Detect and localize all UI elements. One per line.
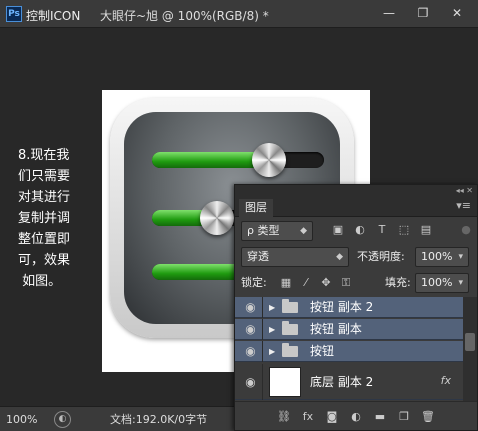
lock-row: 锁定: ▦ ⁄ ✥ ⚿ 填充: 100% ▾ <box>235 271 477 299</box>
filter-caret-icon: ◆ <box>300 226 307 236</box>
expand-triangle-icon[interactable]: ▶ <box>269 319 275 340</box>
visibility-eye-icon[interactable]: ◉ <box>239 319 263 340</box>
maximize-button[interactable]: ❐ <box>406 3 440 23</box>
fill-label: 填充: <box>385 276 411 289</box>
lock-paint-icon[interactable]: ⁄ <box>299 276 313 290</box>
layer-thumbnail <box>269 367 301 397</box>
filter-row: ρ 类型 ◆ ▣ ◐ T ⬚ ▤ ● <box>235 217 477 245</box>
layer-row[interactable]: ◉ ▶ 按钮 副本 <box>235 319 463 340</box>
layers-list: ◉ ▶ 按钮 副本 2 ◉ ▶ 按钮 副本 ◉ ▶ 按钮 ◉ 底层 副本 2 f… <box>235 297 477 401</box>
slider-knob-2[interactable] <box>200 201 234 235</box>
fill-caret-icon: ▾ <box>458 278 463 288</box>
visibility-eye-icon[interactable]: ◉ <box>239 297 263 318</box>
filter-toggle-icon[interactable]: ● <box>459 223 473 237</box>
fill-value: 100% <box>421 276 453 289</box>
fx-icon[interactable]: fx <box>441 374 451 387</box>
panel-menu-icon[interactable]: ▾≡ <box>456 199 471 212</box>
tab-layers[interactable]: 图层 <box>239 199 273 217</box>
opacity-caret-icon: ▾ <box>458 252 463 262</box>
opacity-value: 100% <box>421 250 453 263</box>
new-layer-icon[interactable]: ❐ <box>396 410 412 423</box>
fill-field[interactable]: 100% ▾ <box>415 273 469 293</box>
document-info[interactable]: 文档:192.0K/0字节 <box>110 411 207 428</box>
folder-icon <box>282 299 298 313</box>
visibility-eye-icon[interactable]: ◉ <box>239 364 263 400</box>
filter-pixel-icon[interactable]: ▣ <box>331 223 345 237</box>
zoom-level[interactable]: 100% <box>6 411 48 428</box>
blend-caret-icon: ◆ <box>336 252 343 262</box>
filter-smart-icon[interactable]: ▤ <box>419 223 433 237</box>
filter-shape-icon[interactable]: ⬚ <box>397 223 411 237</box>
lock-move-icon[interactable]: ✥ <box>319 276 333 290</box>
title-bar: Ps 控制ICON 大眼仔~旭 @ 100%(RGB/8) * — ❐ ✕ <box>0 0 478 28</box>
document-title: 大眼仔~旭 @ 100%(RGB/8) * <box>100 9 269 23</box>
blend-mode-value: 穿透 <box>247 250 269 263</box>
trash-icon[interactable]: 🗑 <box>420 410 436 423</box>
layer-row[interactable]: ◉ ▶ 按钮 <box>235 341 463 362</box>
panel-tab-bar: 图层 ▾≡ <box>235 197 477 217</box>
folder-icon <box>282 343 298 357</box>
blend-row: 穿透 ◆ 不透明度: 100% ▾ <box>235 245 477 273</box>
opacity-label: 不透明度: <box>357 250 405 263</box>
panel-footer: ⛓ fx ◙ ◐ ▬ ❐ 🗑 <box>235 401 477 430</box>
scrollbar-thumb[interactable] <box>465 333 475 351</box>
expand-triangle-icon[interactable]: ▶ <box>269 341 275 362</box>
layers-panel: ◂◂ ✕ 图层 ▾≡ ρ 类型 ◆ ▣ ◐ T ⬚ ▤ ● 穿透 ◆ 不透明度:… <box>234 184 478 431</box>
group-icon[interactable]: ▬ <box>372 410 388 423</box>
link-icon[interactable]: ⛓ <box>276 410 292 423</box>
window-controls: — ❐ ✕ <box>372 3 474 23</box>
filter-type-select[interactable]: ρ 类型 ◆ <box>241 221 313 241</box>
folder-icon <box>282 321 298 335</box>
close-button[interactable]: ✕ <box>440 3 474 23</box>
layer-name: 底层 副本 2 <box>310 375 374 389</box>
filter-adjust-icon[interactable]: ◐ <box>353 223 367 237</box>
filter-type-label: ρ 类型 <box>247 224 280 237</box>
slider-track-1[interactable] <box>152 152 324 168</box>
layer-row[interactable]: ◉ ▶ 按钮 副本 2 <box>235 297 463 318</box>
filter-text-icon[interactable]: T <box>375 223 389 237</box>
blend-mode-select[interactable]: 穿透 ◆ <box>241 247 349 267</box>
layers-scrollbar[interactable] <box>463 297 477 401</box>
mask-icon[interactable]: ◙ <box>324 410 340 423</box>
layer-row[interactable]: ◉ 底层 副本 2 fx <box>235 364 463 400</box>
lock-label: 锁定: <box>241 276 267 289</box>
visibility-eye-icon[interactable]: ◉ <box>239 341 263 362</box>
adjustment-icon[interactable]: ◐ <box>348 410 364 423</box>
panel-collapse-bar[interactable]: ◂◂ ✕ <box>235 185 477 197</box>
fx-icon[interactable]: fx <box>300 410 316 423</box>
opacity-field[interactable]: 100% ▾ <box>415 247 469 267</box>
app-title: 控制ICON <box>26 9 81 23</box>
tutorial-note: 8.现在我 们只需要 对其进行 复制并调 整位置即 可，效果 如图。 <box>18 148 71 289</box>
photoshop-logo-icon: Ps <box>6 6 22 22</box>
lock-all-icon[interactable]: ⚿ <box>339 276 353 290</box>
layer-name: 按钮 <box>310 344 335 358</box>
expand-triangle-icon[interactable]: ▶ <box>269 297 275 318</box>
lock-pixels-icon[interactable]: ▦ <box>279 276 293 290</box>
layer-name: 按钮 副本 <box>310 322 362 336</box>
slider-knob-1[interactable] <box>252 143 286 177</box>
status-info-icon[interactable]: ◐ <box>54 411 71 428</box>
minimize-button[interactable]: — <box>372 3 406 23</box>
layer-name: 按钮 副本 2 <box>310 300 374 314</box>
